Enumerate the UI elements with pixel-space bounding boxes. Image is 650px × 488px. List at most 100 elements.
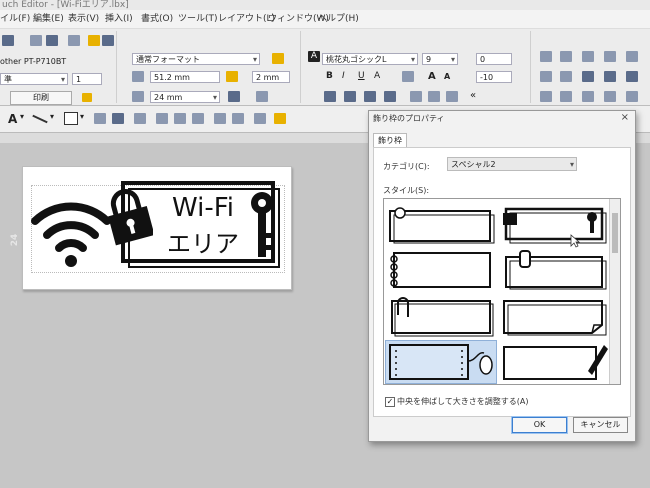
redo-icon[interactable] [232,113,244,124]
label-preview[interactable]: Wi-Fi エリア [22,166,292,290]
cancel-button[interactable]: キャンセル [573,417,628,433]
category-select[interactable]: スペシャル2 [447,157,577,171]
stretch-checkbox[interactable]: ✓ [385,397,395,407]
table-tool-icon[interactable] [94,113,106,124]
format-select[interactable]: 通常フォーマット [132,53,260,65]
line-spacing-input[interactable]: -10 [476,71,512,83]
menu-edit[interactable]: 編集(E) [33,10,64,28]
print-icon[interactable] [134,113,146,124]
arrange-icon-4[interactable] [604,51,616,62]
font-size-select[interactable]: 9 [422,53,458,65]
arrange-icon-5[interactable] [626,51,638,62]
undo-icon[interactable] [214,113,226,124]
arrange-icon-6[interactable] [540,71,552,82]
line-tool-dropdown-icon[interactable]: ▾ [50,112,54,121]
text-tool-dropdown-icon[interactable]: ▾ [20,112,24,121]
style-item-ticket[interactable] [385,340,497,384]
collapse-icon[interactable]: « [470,90,476,101]
align-right-icon[interactable] [364,91,376,102]
menu-format[interactable]: 書式(O) [141,10,173,28]
orientation-icon[interactable] [228,91,240,102]
char-spacing-input[interactable]: 0 [476,53,512,65]
transfer-icon[interactable] [68,35,80,46]
align-center-icon[interactable] [344,91,356,102]
width-input[interactable]: 51.2 mm [150,71,220,83]
format-section: 通常フォーマット 51.2 mm 2 mm 24 mm [120,31,301,103]
list-icon[interactable] [254,113,266,124]
strikethrough-icon[interactable] [402,71,414,82]
italic-icon[interactable]: I [342,71,345,81]
print-button[interactable]: 印刷 [10,91,72,105]
copy-icon[interactable] [174,113,186,124]
arrange-icon-7[interactable] [560,71,572,82]
text-tool-icon[interactable]: A [8,112,17,126]
cut-icon[interactable] [156,113,168,124]
print-preview-icon[interactable] [30,35,42,46]
menu-file[interactable]: イル(F) [0,10,30,28]
frame-properties-dialog: 飾り枠のプロパティ × 飾り枠 カテゴリ(C): スペシャル2 スタイル(S): [368,110,636,442]
style-item-pin[interactable] [386,203,496,245]
arrange-icon-9[interactable] [604,71,616,82]
outline-icon[interactable]: A [374,71,380,81]
grow-font-icon[interactable]: A [428,71,436,82]
text-frame-icon[interactable] [256,91,268,102]
save-icon[interactable] [2,35,14,46]
layout-icon[interactable] [102,35,114,46]
print-settings-icon[interactable] [82,93,92,102]
arrange-icon-14[interactable] [604,91,616,102]
arrange-icon-12[interactable] [560,91,572,102]
line-tool-icon[interactable] [32,114,48,124]
style-item-pen[interactable] [500,341,610,383]
font-family-select[interactable]: 桃花丸ゴシックL [322,53,418,65]
arrange-icon-1[interactable] [540,51,552,62]
tape-icon[interactable] [272,53,284,64]
align-left-icon[interactable] [324,91,336,102]
underline-icon[interactable]: U [358,71,365,81]
rectangle-dropdown-icon[interactable]: ▾ [80,112,84,121]
page-icon[interactable] [46,35,58,46]
menu-tools[interactable]: ツール(T) [178,10,218,28]
shrink-font-icon[interactable]: A [444,72,450,81]
rectangle-tool-icon[interactable] [64,112,78,125]
zoom-icon[interactable] [226,71,238,82]
menu-insert[interactable]: 挿入(I) [105,10,133,28]
arrange-icon-2[interactable] [560,51,572,62]
style-list[interactable] [383,198,621,385]
arrange-icon-8[interactable] [582,71,594,82]
menu-view[interactable]: 表示(V) [68,10,99,28]
height-select[interactable]: 24 mm [150,91,220,103]
database-toolbar-icon[interactable] [274,113,286,124]
menu-help[interactable]: ヘルプ(H) [318,10,359,28]
style-item-spiral[interactable] [386,249,496,291]
arrange-icon-13[interactable] [582,91,594,102]
style-item-lock-key[interactable] [500,203,610,245]
margin-input[interactable]: 2 mm [252,71,290,83]
close-icon[interactable]: × [621,112,629,123]
justify-icon[interactable] [384,91,396,102]
bold-icon[interactable]: B [326,71,333,81]
database-icon[interactable] [88,35,100,46]
style-item-clip[interactable] [500,249,610,291]
vertical-bottom-icon[interactable] [446,91,458,102]
menu-layout[interactable]: レイアウト(L) [218,10,275,28]
label-text-area[interactable]: エリア [133,229,273,259]
vertical-top-icon[interactable] [410,91,422,102]
ok-button[interactable]: OK [511,416,568,434]
copies-input[interactable]: 1 [72,73,102,85]
label-text-wifi[interactable]: Wi-Fi [133,193,273,223]
style-item-paperclip[interactable] [386,295,496,337]
ticket-mouse-frame-icon [389,344,493,380]
barcode-tool-icon[interactable] [112,113,124,124]
style-item-curl[interactable] [500,295,610,337]
style-list-scrollbar[interactable] [609,199,620,384]
tab-frame[interactable]: 飾り枠 [373,133,407,148]
wifi-icon[interactable] [31,193,111,269]
vertical-middle-icon[interactable] [428,91,440,102]
paste-icon[interactable] [192,113,204,124]
scrollbar-thumb[interactable] [612,213,618,253]
quality-select[interactable]: 準 [0,73,68,85]
arrange-icon-10[interactable] [626,71,638,82]
arrange-icon-15[interactable] [626,91,638,102]
arrange-icon-11[interactable] [540,91,552,102]
arrange-icon-3[interactable] [582,51,594,62]
